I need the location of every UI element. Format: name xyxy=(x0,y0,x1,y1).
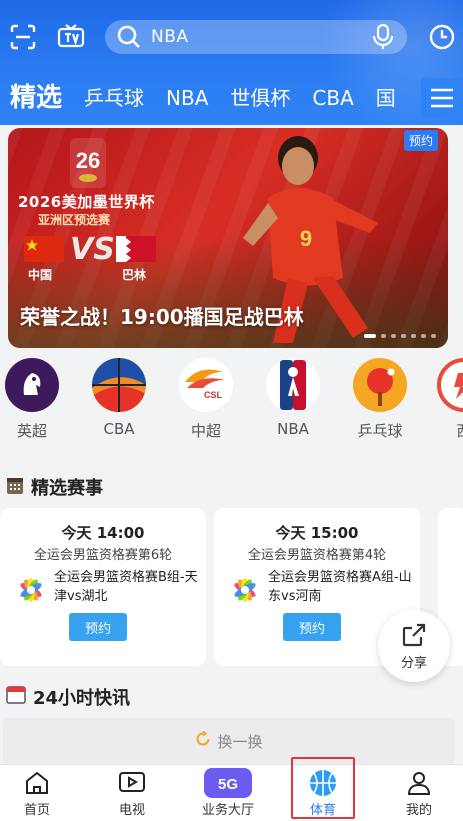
nav-label: 体育 xyxy=(309,803,336,818)
5g-badge-text: 5G xyxy=(218,776,238,793)
category-laliga[interactable]: 西 xyxy=(424,358,463,441)
event-title: 2026美加墨世界杯 xyxy=(18,193,155,211)
nba-icon xyxy=(266,358,320,412)
basketball-icon xyxy=(283,767,363,799)
nav-label: 首页 xyxy=(23,803,50,818)
category-premier-league[interactable]: 英超 xyxy=(0,358,72,441)
tab-nba[interactable]: NBA xyxy=(166,78,208,118)
tv-play-icon xyxy=(92,767,172,799)
home-icon xyxy=(0,767,77,799)
category-label: 中超 xyxy=(190,422,221,440)
table-tennis-icon xyxy=(353,358,407,412)
reserve-badge: 预约 xyxy=(403,130,438,151)
top-bar: NBA xyxy=(0,14,463,62)
pager-dot xyxy=(364,334,376,338)
refresh-icon xyxy=(195,730,211,751)
match-description: 全运会男篮资格赛A组-山东vs河南 xyxy=(268,570,412,604)
header: NBA 精选 乒乓球 NBA 世俱杯 CBA 国 xyxy=(0,0,463,125)
scan-icon[interactable] xyxy=(8,22,38,52)
category-label: CBA xyxy=(103,420,135,438)
china-flag xyxy=(24,236,64,262)
pager-dot xyxy=(421,334,426,338)
share-button[interactable]: 分享 xyxy=(378,610,450,682)
category-table-tennis[interactable]: 乒乓球 xyxy=(340,358,420,441)
category-label: NBA xyxy=(277,420,309,438)
refresh-label: 换一换 xyxy=(217,732,263,751)
cba-icon xyxy=(92,358,146,412)
promo-banner[interactable]: 26 2026美加墨世界杯 亚洲区预选赛 VS 中国 巴林 9 预约 荣誉之战！… xyxy=(8,128,448,348)
category-tabs: 精选 乒乓球 NBA 世俱杯 CBA 国 xyxy=(0,78,463,118)
team-home: 中国 xyxy=(28,268,53,282)
national-games-logo-icon xyxy=(234,578,256,602)
vs-label: VS xyxy=(70,232,115,267)
category-label: 英超 xyxy=(16,422,47,440)
reserve-button[interactable]: 预约 xyxy=(69,613,127,641)
match-description: 全运会男篮资格赛B组-天津vs湖北 xyxy=(54,570,198,604)
logo-text: 26 xyxy=(76,148,100,173)
search-query[interactable]: NBA xyxy=(151,27,373,47)
category-label: 乒乓球 xyxy=(357,422,403,440)
tab-cba[interactable]: CBA xyxy=(312,78,353,118)
profile-icon xyxy=(379,767,459,799)
search-bar[interactable]: NBA xyxy=(105,20,407,54)
category-cba[interactable]: CBA xyxy=(79,358,159,438)
laliga-icon xyxy=(437,358,463,412)
news-title-text: 24小时快讯 xyxy=(33,688,131,709)
nav-label: 业务大厅 xyxy=(201,803,254,818)
match-league: 全运会男篮资格赛第6轮 xyxy=(33,548,173,563)
nav-label: 我的 xyxy=(405,803,432,818)
category-label: 西 xyxy=(424,420,463,441)
nav-profile[interactable]: 我的 xyxy=(379,767,459,821)
nav-business-hall[interactable]: 5G 业务大厅 xyxy=(188,767,268,821)
csl-icon: CSL xyxy=(179,358,233,412)
tab-table-tennis[interactable]: 乒乓球 xyxy=(84,78,144,118)
tab-club-world-cup[interactable]: 世俱杯 xyxy=(230,78,290,118)
banner-caption: 荣誉之战！19:00播国足战巴林 xyxy=(20,305,304,329)
tv-icon[interactable] xyxy=(56,22,86,52)
share-label: 分享 xyxy=(400,655,427,671)
pager-dot xyxy=(431,334,436,338)
category-nba[interactable]: NBA xyxy=(253,358,333,438)
featured-section-title: 精选赛事 xyxy=(6,474,103,500)
pager-dot xyxy=(401,334,406,338)
menu-icon[interactable] xyxy=(421,78,463,118)
nav-label: 电视 xyxy=(118,803,145,818)
reserve-button[interactable]: 预约 xyxy=(283,613,341,641)
sport-categories: 英超 CBA CSL 中超 NBA 乒乓球 西 xyxy=(0,358,463,443)
pager-dot xyxy=(381,334,386,338)
featured-title-text: 精选赛事 xyxy=(31,478,103,499)
premier-league-icon xyxy=(5,358,59,412)
bahrain-flag xyxy=(116,236,156,262)
national-games-logo-icon xyxy=(20,578,42,602)
refresh-button[interactable]: 换一换 xyxy=(3,718,455,764)
search-icon xyxy=(117,25,140,48)
news-section-title: 24小时快讯 xyxy=(6,684,130,710)
match-time: 今天 15:00 xyxy=(275,524,359,542)
category-csl[interactable]: CSL 中超 xyxy=(166,358,246,441)
nav-tv[interactable]: 电视 xyxy=(92,767,172,821)
event-subtitle: 亚洲区预选赛 xyxy=(38,213,111,227)
calendar-icon xyxy=(6,475,24,500)
bottom-nav: 首页 电视 5G 业务大厅 体育 我的 xyxy=(0,764,463,821)
nav-sports[interactable]: 体育 xyxy=(283,767,363,821)
tab-partial[interactable]: 国 xyxy=(376,78,396,118)
player-number: 9 xyxy=(300,226,312,251)
history-clock-icon[interactable] xyxy=(427,22,457,52)
news-calendar-icon xyxy=(6,685,26,710)
world-cup-logo: 26 xyxy=(68,138,108,192)
nav-home[interactable]: 首页 xyxy=(0,767,77,821)
banner-pager xyxy=(364,334,436,338)
pager-dot xyxy=(411,334,416,338)
5g-icon: 5G xyxy=(188,767,268,799)
tab-featured[interactable]: 精选 xyxy=(10,78,62,118)
svg-text:CSL: CSL xyxy=(204,390,223,400)
team-away: 巴林 xyxy=(122,268,147,282)
share-icon xyxy=(402,623,426,646)
pager-dot xyxy=(391,334,396,338)
match-time: 今天 14:00 xyxy=(61,524,145,542)
mic-icon[interactable] xyxy=(373,24,393,50)
match-league: 全运会男篮资格赛第4轮 xyxy=(247,548,387,563)
match-card[interactable]: 今天 14:00 全运会男篮资格赛第6轮 全运会男篮资格赛B组-天津vs湖北 预… xyxy=(0,508,206,666)
